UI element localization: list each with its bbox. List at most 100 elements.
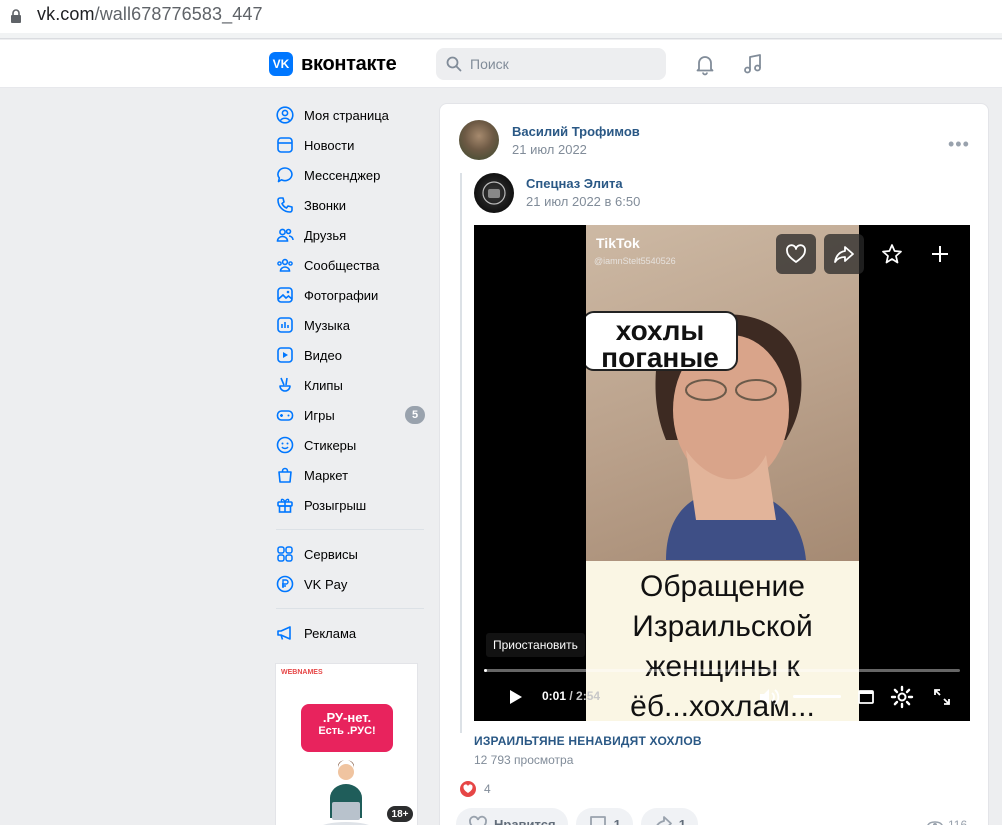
sidebar-item-games[interactable]: Игры 5 [270, 400, 430, 430]
sidebar-item-label: Друзья [304, 227, 347, 243]
post-actions: Нравится 1 1 [456, 808, 699, 825]
repost-author[interactable]: Спецназ Элита [526, 176, 623, 191]
post-date[interactable]: 21 июл 2022 [512, 142, 587, 157]
like-button-label: Нравится [494, 816, 556, 825]
sidebar-item-services[interactable]: Сервисы [270, 539, 430, 569]
sidebar-item-label: Реклама [304, 625, 357, 641]
views-count: 116 [948, 818, 968, 825]
sidebar-item-label: Фотографии [304, 287, 379, 303]
url-text[interactable]: vk.com/wall678776583_447 [37, 4, 263, 25]
smile-icon [275, 435, 295, 455]
spetsnaz-emblem-icon [482, 181, 506, 205]
ad-banner-bubble: .РУ-нет. Есть .РУС! [301, 704, 393, 752]
fullscreen-icon[interactable] [932, 687, 952, 707]
age-rating-badge: 18+ [387, 806, 413, 822]
play-icon[interactable] [506, 688, 524, 706]
sidebar-item-music[interactable]: Музыка [270, 310, 430, 340]
volume-icon[interactable] [758, 686, 782, 708]
pause-tooltip: Приостановить [486, 633, 585, 657]
sidebar-item-friends[interactable]: Друзья [270, 220, 430, 250]
sidebar-item-market[interactable]: Маркет [270, 460, 430, 490]
video-current-time: 0:01 [542, 689, 567, 703]
comment-icon [589, 816, 606, 825]
gift-icon [275, 495, 295, 515]
sidebar-item-giveaway[interactable]: Розыгрыш [270, 490, 430, 520]
video-title-link[interactable]: ИЗРАИЛЬТЯНЕ НЕНАВИДЯТ ХОХЛОВ [474, 734, 702, 748]
video-caption-top: хохлы поганые [586, 311, 738, 372]
share-icon [834, 246, 854, 263]
repost-border [460, 173, 462, 733]
bag-icon [275, 465, 295, 485]
like-button[interactable]: Нравится [456, 808, 568, 825]
lock-icon [11, 9, 21, 23]
gamepad-icon [275, 405, 295, 425]
sidebar-item-clips[interactable]: Клипы [270, 370, 430, 400]
ad-person-illustration [323, 760, 369, 825]
heart-outline-icon [786, 244, 806, 263]
eye-icon [927, 821, 943, 825]
sidebar-item-vk-pay[interactable]: VK Pay [270, 569, 430, 599]
sidebar-item-label: Стикеры [304, 437, 357, 453]
post-author[interactable]: Василий Трофимов [512, 124, 640, 139]
browser-divider [0, 33, 1002, 39]
sidebar-item-photos[interactable]: Фотографии [270, 280, 430, 310]
video-caption-top-line-1: хохлы [615, 315, 705, 346]
repost-date[interactable]: 21 июл 2022 в 6:50 [526, 194, 640, 209]
sidebar-item-my-page[interactable]: Моя страница [270, 100, 430, 130]
games-count-badge: 5 [405, 406, 425, 424]
sidebar-item-label: Новости [304, 137, 355, 153]
sidebar-item-label: Розыгрыш [304, 497, 367, 513]
more-options-icon[interactable]: ••• [948, 134, 970, 155]
reactions-summary[interactable]: 4 [460, 781, 491, 797]
sidebar-item-communities[interactable]: Сообщества [270, 250, 430, 280]
video-icon [275, 345, 295, 365]
clips-icon [275, 375, 295, 395]
repost-author-avatar[interactable] [474, 173, 514, 213]
friends-icon [275, 225, 295, 245]
add-video-button[interactable] [920, 234, 960, 274]
sidebar-item-messenger[interactable]: Мессенджер [270, 160, 430, 190]
plus-icon [932, 246, 948, 262]
author-avatar[interactable] [459, 120, 499, 160]
left-sidebar: Моя страница Новости Мессенджер Звонки Д… [270, 100, 430, 648]
search-input[interactable] [470, 56, 650, 72]
video-views: 12 793 просмотра [474, 753, 574, 767]
miniplayer-icon[interactable] [857, 688, 875, 706]
settings-gear-icon[interactable] [890, 685, 914, 709]
heart-outline-icon [469, 815, 487, 825]
favorite-video-button[interactable] [872, 234, 912, 274]
share-button[interactable]: 1 [640, 808, 699, 825]
sidebar-item-stickers[interactable]: Стикеры [270, 430, 430, 460]
sidebar-item-label: VK Pay [304, 576, 348, 592]
communities-icon [275, 255, 295, 275]
url-domain: vk.com [37, 4, 95, 24]
url-path: /wall678776583_447 [94, 4, 263, 24]
bell-icon[interactable] [693, 52, 717, 76]
like-video-button[interactable] [776, 234, 816, 274]
browser-url-bar[interactable]: vk.com/wall678776583_447 [0, 0, 1002, 39]
sidebar-item-label: Звонки [304, 197, 346, 213]
sidebar-item-label: Клипы [304, 377, 343, 393]
music-icon [275, 315, 295, 335]
share-video-button[interactable] [824, 234, 864, 274]
vk-logo-text: вконтакте [301, 52, 397, 75]
volume-slider-fill [793, 695, 841, 698]
video-total-time: / 2:54 [569, 689, 601, 703]
video-progress-bar[interactable] [484, 669, 960, 672]
user-circle-icon [275, 105, 295, 125]
music-note-icon[interactable] [741, 52, 765, 76]
sidebar-item-calls[interactable]: Звонки [270, 190, 430, 220]
comments-count: 1 [613, 816, 621, 825]
search-box[interactable] [436, 48, 666, 80]
vk-logo[interactable]: VK вконтакте [269, 52, 397, 76]
phone-icon [275, 195, 295, 215]
star-icon [882, 244, 902, 264]
sidebar-advertisement[interactable]: WEBNAMES .РУ-нет. Есть .РУС! 18+ [275, 663, 418, 825]
volume-slider[interactable] [793, 695, 841, 698]
sidebar-item-ads[interactable]: Реклама [270, 618, 430, 648]
comment-button[interactable]: 1 [575, 808, 633, 825]
sidebar-item-video[interactable]: Видео [270, 340, 430, 370]
sidebar-item-news[interactable]: Новости [270, 130, 430, 160]
video-player[interactable]: TikTok @iamnStelt5540526 хохлы поганые О… [474, 225, 970, 721]
post-views-counter: 116 [927, 818, 967, 825]
